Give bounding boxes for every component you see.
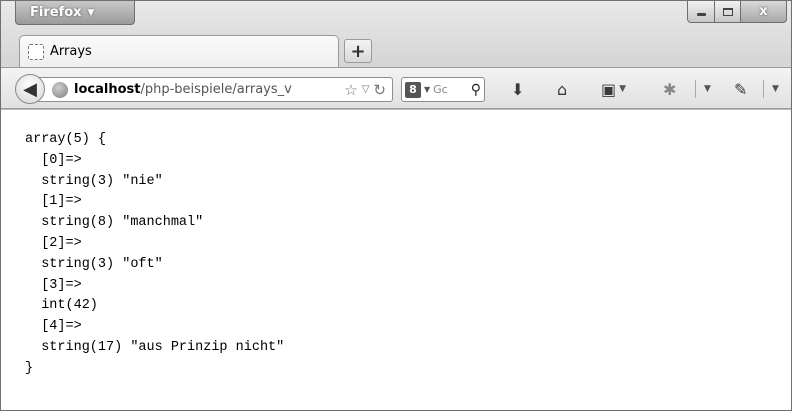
firefox-menu-label: Firefox: [30, 5, 82, 20]
output-line: array(5) {: [25, 132, 107, 147]
output-line: }: [25, 360, 34, 376]
minimize-button[interactable]: [687, 1, 715, 23]
url-bar[interactable]: localhost/php-beispiele/arrays_v ☆ ▽ ↻: [33, 77, 393, 102]
output-line: [2]=>: [25, 235, 82, 251]
url-path: /php-beispiele/arrays_v: [140, 82, 292, 97]
tools-dropdown-button[interactable]: ▼: [769, 78, 779, 100]
output-line: int(42): [25, 298, 98, 314]
dropdown-arrow-icon[interactable]: ▽: [362, 84, 370, 95]
output-line: string(8) "manchmal": [25, 215, 204, 231]
output-line: [4]=>: [25, 319, 82, 335]
tab-arrays[interactable]: Arrays: [19, 35, 339, 67]
var-dump-output: array(5) { [0]=> string(3) "nie" [1]=> s…: [25, 130, 284, 380]
window-controls: x: [687, 1, 787, 23]
browser-window: Firefox ▼ x Arrays + localhost/php-beisp: [0, 0, 792, 411]
new-tab-button[interactable]: +: [344, 39, 372, 63]
output-line: [1]=>: [25, 194, 82, 210]
output-line: string(3) "oft": [25, 256, 163, 272]
output-line: [3]=>: [25, 277, 82, 293]
close-icon: x: [759, 4, 768, 19]
addon-dropdown-button[interactable]: ▼: [701, 78, 711, 100]
chevron-down-icon: ▼: [619, 84, 627, 94]
back-button[interactable]: ◀: [15, 74, 45, 104]
home-icon: ⌂: [557, 79, 568, 99]
reload-icon[interactable]: ↻: [373, 81, 386, 99]
downloads-button[interactable]: ⬇: [511, 78, 524, 100]
chevron-down-icon: ▼: [772, 84, 779, 94]
page-content: array(5) { [0]=> string(3) "nie" [1]=> s…: [1, 109, 791, 410]
downloads-icon: ⬇: [511, 79, 525, 99]
output-line: string(3) "nie": [25, 173, 163, 189]
chevron-down-icon: ▼: [87, 7, 95, 18]
home-button[interactable]: ⌂: [557, 78, 567, 100]
search-input[interactable]: Gc: [433, 83, 448, 96]
firefox-menu-button[interactable]: Firefox ▼: [15, 1, 135, 25]
search-bar[interactable]: 8 ▼ Gc ⚲: [401, 77, 485, 102]
minimize-icon: [696, 13, 706, 16]
chevron-down-icon: ▼: [704, 84, 711, 94]
globe-icon[interactable]: [52, 81, 68, 98]
search-engine-dropdown-icon[interactable]: ▼: [424, 85, 430, 94]
maximize-button[interactable]: [715, 1, 741, 23]
toolbar-separator: [695, 80, 696, 98]
tools-icon: ✎: [734, 79, 748, 99]
toolbar-separator: [763, 80, 764, 98]
tools-button[interactable]: ✎: [734, 78, 747, 100]
page-favicon-icon: [28, 43, 44, 60]
url-host: localhost: [74, 82, 141, 97]
addon-button[interactable]: ✱: [663, 78, 676, 100]
tab-strip: Arrays +: [1, 31, 791, 67]
addon-icon: ✱: [663, 79, 677, 99]
back-arrow-icon: ◀: [23, 78, 37, 100]
bookmarks-menu-icon: ▣: [601, 79, 617, 99]
url-bar-actions: ☆ ▽ ↻: [340, 78, 386, 101]
plus-icon: +: [350, 40, 366, 62]
bookmark-star-icon[interactable]: ☆: [344, 81, 357, 99]
output-line: string(17) "aus Prinzip nicht": [25, 339, 285, 355]
navigation-toolbar: localhost/php-beispiele/arrays_v ☆ ▽ ↻ ◀…: [1, 67, 791, 109]
search-engine-icon[interactable]: 8: [405, 81, 421, 98]
title-bar: Firefox ▼ x: [1, 1, 791, 31]
tab-title: Arrays: [50, 44, 92, 59]
magnifier-icon[interactable]: ⚲: [471, 82, 481, 98]
maximize-icon: [722, 7, 733, 16]
output-line: [0]=>: [25, 152, 82, 168]
bookmarks-menu-button[interactable]: ▣ ▼: [601, 78, 626, 100]
close-button[interactable]: x: [741, 1, 787, 23]
